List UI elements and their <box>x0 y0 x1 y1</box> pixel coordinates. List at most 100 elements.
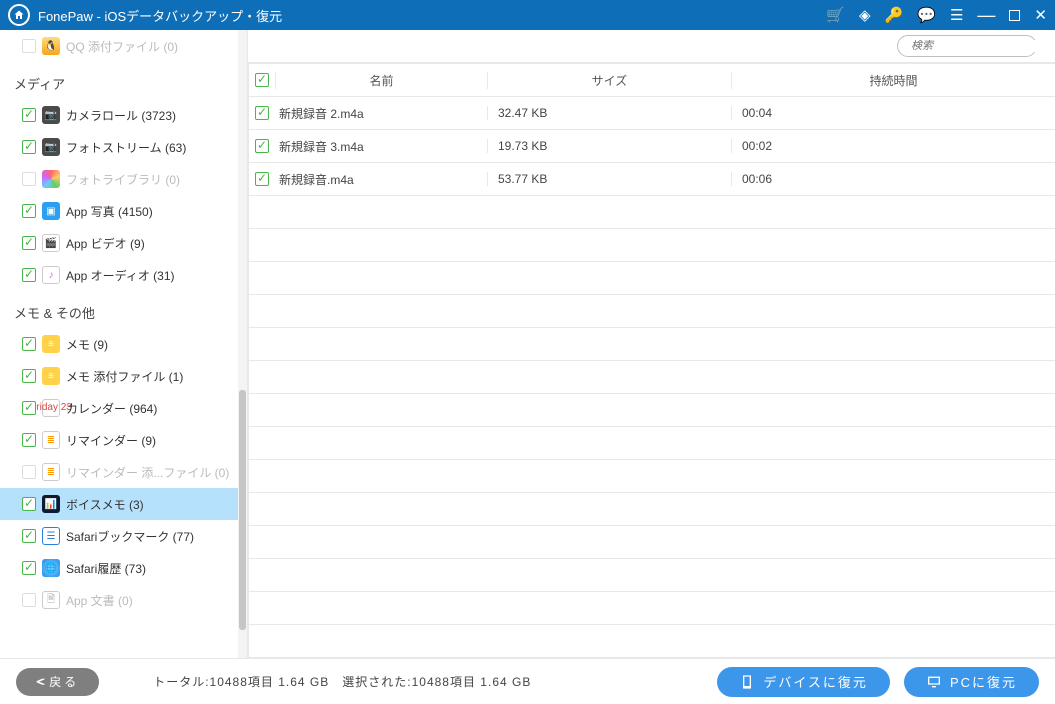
titlebar: FonePaw - iOSデータバックアップ・復元 🛒 ◈ 🔑 💬 ☰ — ✕ <box>0 0 1055 30</box>
group-header-memo: メモ & その他 <box>0 291 247 328</box>
sidebar-checkbox[interactable] <box>22 39 36 53</box>
table-row-empty <box>249 196 1055 229</box>
sidebar-item-label: Safariブックマーク (77) <box>66 528 194 545</box>
chat-icon[interactable]: 💬 <box>917 6 936 24</box>
sidebar-scrollbar[interactable] <box>238 30 247 658</box>
maximize-button[interactable] <box>1009 10 1020 21</box>
chevron-left-icon: << <box>36 674 39 689</box>
voice-icon: 📊 <box>42 495 60 513</box>
sidebar-item[interactable]: 🐧 QQ 添付ファイル (0) <box>0 30 247 62</box>
table-row-empty <box>249 328 1055 361</box>
search-input[interactable] <box>911 40 1054 52</box>
close-button[interactable]: ✕ <box>1034 6 1047 24</box>
sidebar-item[interactable]: 📷 フォトストリーム (63) <box>0 131 247 163</box>
cell-size: 19.73 KB <box>487 139 731 153</box>
aud-icon: ♪ <box>42 266 60 284</box>
sidebar-item[interactable]: ≡ メモ 添付ファイル (1) <box>0 360 247 392</box>
dark-icon: 📷 <box>42 106 60 124</box>
sidebar-checkbox[interactable] <box>22 369 36 383</box>
device-icon <box>739 674 755 690</box>
cell-name: 新規録音 3.m4a <box>275 138 487 155</box>
sidebar-item[interactable]: ☰ Safariブックマーク (77) <box>0 520 247 552</box>
row-checkbox[interactable] <box>255 139 269 153</box>
sidebar-item[interactable]: フォトライブラリ (0) <box>0 163 247 195</box>
table-row[interactable]: 新規録音 2.m4a32.47 KB00:04 <box>249 97 1055 130</box>
table-row-empty <box>249 526 1055 559</box>
sidebar-checkbox[interactable] <box>22 529 36 543</box>
vid-icon: 🎬 <box>42 234 60 252</box>
restore-pc-button[interactable]: PCに復元 <box>904 667 1039 697</box>
key-icon[interactable]: 🔑 <box>885 6 904 24</box>
book-icon: ☰ <box>42 527 60 545</box>
file-table: 名前 サイズ 持続時間 新規録音 2.m4a32.47 KB00:04新規録音 … <box>248 64 1055 658</box>
sidebar-item[interactable]: Friday 23カレンダー (964) <box>0 392 247 424</box>
sidebar-item[interactable]: ▣App 写真 (4150) <box>0 195 247 227</box>
col-header-duration[interactable]: 持続時間 <box>731 72 1055 89</box>
table-row-empty <box>249 229 1055 262</box>
sidebar-checkbox[interactable] <box>22 268 36 282</box>
back-button[interactable]: << 戻る <box>16 668 99 696</box>
feedback-icon[interactable]: ☰ <box>950 6 963 24</box>
qq-icon: 🐧 <box>42 37 60 55</box>
col-header-size[interactable]: サイズ <box>487 72 731 89</box>
sidebar-checkbox[interactable] <box>22 172 36 186</box>
sidebar-item[interactable]: 📊ボイスメモ (3) <box>0 488 247 520</box>
sidebar-item-label: App ビデオ (9) <box>66 235 145 252</box>
yellow-icon: ≡ <box>42 367 60 385</box>
row-checkbox[interactable] <box>255 106 269 120</box>
sidebar-item[interactable]: 📷 カメラロール (3723) <box>0 99 247 131</box>
minimize-button[interactable]: — <box>977 10 995 20</box>
sidebar-item-label: リマインダー 添...ファイル (0) <box>66 464 229 481</box>
sidebar-checkbox[interactable] <box>22 204 36 218</box>
shop-icon[interactable]: 🛒 <box>826 6 845 24</box>
rainbow-icon <box>42 170 60 188</box>
table-row-empty <box>249 361 1055 394</box>
sidebar-item-label: Safari履歴 (73) <box>66 560 146 577</box>
search-box[interactable] <box>897 35 1037 57</box>
sidebar-item[interactable]: ♪ App オーディオ (31) <box>0 259 247 291</box>
select-all-checkbox[interactable] <box>255 73 269 87</box>
restore-pc-label: PCに復元 <box>950 672 1017 691</box>
sidebar-item-label: カメラロール (3723) <box>66 107 176 124</box>
table-row-empty <box>249 493 1055 526</box>
sidebar-checkbox[interactable] <box>22 561 36 575</box>
sidebar: 🐧QQ 添付ファイル (0)メディア📷カメラロール (3723)📷フォトストリー… <box>0 30 248 658</box>
sidebar-item-label: フォトライブラリ (0) <box>66 171 180 188</box>
footer: << 戻る トータル:10488項目 1.64 GB 選択された:10488項目… <box>0 658 1055 704</box>
sidebar-checkbox[interactable] <box>22 236 36 250</box>
back-label: 戻る <box>49 673 79 690</box>
sidebar-item[interactable]: ≡メモ (9) <box>0 328 247 360</box>
sidebar-item-label: フォトストリーム (63) <box>66 139 186 156</box>
diamond-icon[interactable]: ◈ <box>859 6 871 24</box>
cell-duration: 00:02 <box>731 139 1055 153</box>
dark-icon: 📷 <box>42 138 60 156</box>
table-row-empty <box>249 592 1055 625</box>
sidebar-checkbox[interactable] <box>22 140 36 154</box>
table-row[interactable]: 新規録音 3.m4a19.73 KB00:02 <box>249 130 1055 163</box>
sidebar-item-label: App オーディオ (31) <box>66 267 175 284</box>
cell-duration: 00:06 <box>731 172 1055 186</box>
sidebar-checkbox[interactable] <box>22 108 36 122</box>
sidebar-item-label: メモ 添付ファイル (1) <box>66 368 183 385</box>
cell-name: 新規録音 2.m4a <box>275 105 487 122</box>
sidebar-item[interactable]: 🌐Safari履歴 (73) <box>0 552 247 584</box>
sidebar-item-label: QQ 添付ファイル (0) <box>66 38 178 55</box>
table-row[interactable]: 新規録音.m4a53.77 KB00:06 <box>249 163 1055 196</box>
home-icon[interactable] <box>8 4 30 26</box>
sidebar-checkbox[interactable] <box>22 593 36 607</box>
sidebar-item[interactable]: 🎬 App ビデオ (9) <box>0 227 247 259</box>
col-header-name[interactable]: 名前 <box>275 72 487 89</box>
sidebar-scroll-thumb[interactable] <box>239 390 246 630</box>
sidebar-item[interactable]: ≣リマインダー (9) <box>0 424 247 456</box>
sidebar-item-label: メモ (9) <box>66 336 108 353</box>
row-checkbox[interactable] <box>255 172 269 186</box>
titlebar-actions: 🛒 ◈ 🔑 💬 ☰ — ✕ <box>826 6 1047 24</box>
sidebar-checkbox[interactable] <box>22 497 36 511</box>
sidebar-item[interactable]: 🗎App 文書 (0) <box>0 584 247 616</box>
sidebar-checkbox[interactable] <box>22 465 36 479</box>
sidebar-item[interactable]: ≣リマインダー 添...ファイル (0) <box>0 456 247 488</box>
restore-device-button[interactable]: デバイスに復元 <box>717 667 890 697</box>
sidebar-checkbox[interactable] <box>22 337 36 351</box>
sidebar-checkbox[interactable] <box>22 401 36 415</box>
sidebar-checkbox[interactable] <box>22 433 36 447</box>
